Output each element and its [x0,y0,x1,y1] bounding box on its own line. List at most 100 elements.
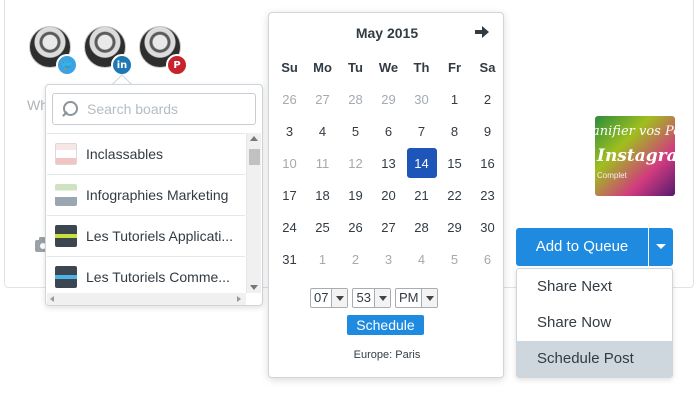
chevron-down-icon [421,289,438,307]
calendar-day[interactable]: 25 [306,211,339,243]
board-list-horizontal-scrollbar[interactable] [47,293,246,305]
next-month-arrow-icon[interactable] [475,26,489,38]
board-label: Infographies Marketing [86,187,229,203]
calendar-day[interactable]: 27 [306,83,339,115]
thumbnail-text-line3: Complet [597,171,627,180]
queue-options-toggle[interactable] [649,228,673,266]
calendar-day[interactable]: 30 [405,83,438,115]
board-label: Inclassables [86,146,164,162]
ampm-value: PM [398,290,419,305]
thumbnail-text-line2: Instagram [597,146,675,166]
calendar-day[interactable]: 28 [405,211,438,243]
board-item[interactable]: Inclassables [47,133,245,174]
calendar-grid: Su Mo Tu We Th Fr Sa 26 27 28 29 30 1 2 3 4 5 6 7 8 9 10 11 12 1… [273,51,504,275]
board-item[interactable]: Infographies Marketing [47,174,245,215]
calendar-day[interactable]: 26 [339,211,372,243]
scrollbar-thumb[interactable] [249,149,260,165]
board-thumbnail [55,184,77,206]
minute-select[interactable]: 53 [352,288,391,308]
scroll-down-icon[interactable] [250,285,258,290]
account-avatars: 🐦 in P [29,26,188,76]
calendar-day[interactable]: 1 [306,243,339,275]
calendar-day[interactable]: 15 [438,147,471,179]
weekday-header: Sa [479,59,496,75]
add-to-queue-button[interactable]: Add to Queue [516,228,648,266]
calendar-day[interactable]: 3 [372,243,405,275]
board-search-input[interactable] [87,101,247,117]
calendar-day[interactable]: 28 [339,83,372,115]
hour-select[interactable]: 07 [310,288,349,308]
calendar-day[interactable]: 3 [273,115,306,147]
weekday-header: Tu [348,59,363,75]
avatar-twitter[interactable]: 🐦 [29,26,78,76]
calendar-day[interactable]: 29 [438,211,471,243]
calendar-day[interactable]: 21 [405,179,438,211]
ampm-select[interactable]: PM [394,288,439,308]
weekday-header: Su [281,59,298,75]
scroll-left-icon[interactable] [50,296,54,302]
calendar-day[interactable]: 9 [471,115,504,147]
board-search-field[interactable] [52,93,256,125]
board-list-vertical-scrollbar[interactable] [246,133,261,293]
board-item[interactable]: Les Tutoriels Applicati... [47,215,245,256]
board-thumbnail [55,143,77,165]
attached-image-thumbnail[interactable]: anifier vos Pos Instagram Complet [595,116,675,196]
calendar-day[interactable]: 29 [372,83,405,115]
calendar-day[interactable]: 16 [471,147,504,179]
schedule-button[interactable]: Schedule [347,315,424,335]
thumbnail-text-line1: anifier vos Pos [595,124,675,139]
calendar-day[interactable]: 11 [306,147,339,179]
calendar-day[interactable]: 6 [471,243,504,275]
scroll-up-icon[interactable] [250,136,258,141]
calendar-day[interactable]: 5 [339,115,372,147]
calendar-day[interactable]: 4 [306,115,339,147]
chevron-down-icon [331,289,348,307]
menu-item-share-now[interactable]: Share Now [517,305,672,341]
pinterest-icon: P [166,54,188,76]
weekday-header: Fr [448,59,461,75]
schedule-calendar: May 2015 Su Mo Tu We Th Fr Sa 26 27 28 29 30 1 2 3 4 5 6 7… [268,12,504,378]
linkedin-icon: in [111,54,133,76]
calendar-day[interactable]: 2 [471,83,504,115]
calendar-day[interactable]: 1 [438,83,471,115]
calendar-day[interactable]: 7 [405,115,438,147]
calendar-day[interactable]: 5 [438,243,471,275]
board-list: Inclassables Infographies Marketing Les … [47,133,245,293]
calendar-day[interactable]: 23 [471,179,504,211]
menu-item-share-next[interactable]: Share Next [517,269,672,305]
calendar-day[interactable]: 18 [306,179,339,211]
board-item[interactable]: Les Tutoriels Comme... [47,256,245,293]
calendar-day[interactable]: 30 [471,211,504,243]
scroll-right-icon[interactable] [237,296,241,302]
chevron-down-icon [373,289,390,307]
avatar-pinterest[interactable]: P [139,26,188,76]
calendar-day[interactable]: 12 [339,147,372,179]
selected-day-number: 14 [406,148,437,178]
calendar-day[interactable]: 17 [273,179,306,211]
menu-item-schedule-post[interactable]: Schedule Post [517,341,672,377]
calendar-month-title: May 2015 [355,25,419,41]
calendar-day[interactable]: 8 [438,115,471,147]
time-picker: 07 53 PM [310,288,439,308]
calendar-day[interactable]: 27 [372,211,405,243]
calendar-day[interactable]: 10 [273,147,306,179]
weekday-header: We [378,59,399,75]
avatar-linkedin[interactable]: in [84,26,133,76]
calendar-day[interactable]: 22 [438,179,471,211]
calendar-day[interactable]: 20 [372,179,405,211]
calendar-day[interactable]: 19 [339,179,372,211]
calendar-day[interactable]: 26 [273,83,306,115]
board-label: Les Tutoriels Comme... [86,269,230,285]
hour-value: 07 [314,290,329,305]
calendar-day-selected[interactable]: 14 [405,147,438,179]
board-label: Les Tutoriels Applicati... [86,228,234,244]
minute-value: 53 [356,290,371,305]
board-thumbnail [55,266,77,288]
pinterest-boards-dropdown: Inclassables Infographies Marketing Les … [45,84,263,306]
calendar-day[interactable]: 4 [405,243,438,275]
calendar-day[interactable]: 13 [372,147,405,179]
calendar-day[interactable]: 24 [273,211,306,243]
calendar-day[interactable]: 31 [273,243,306,275]
calendar-day[interactable]: 2 [339,243,372,275]
calendar-day[interactable]: 6 [372,115,405,147]
